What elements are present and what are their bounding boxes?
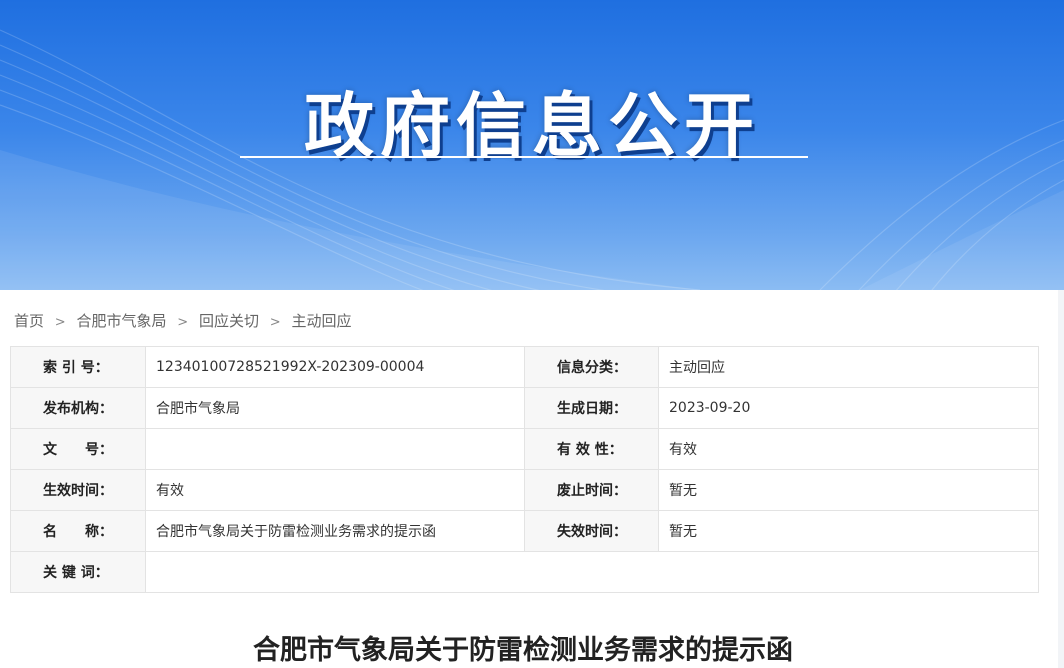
repeal-label: 废止时间： [524,469,659,511]
keywords-label: 关 键 词： [10,551,146,593]
table-row: 发布机构： 合肥市气象局 生成日期： 2023-09-20 [10,387,1039,429]
breadcrumb-item-bureau[interactable]: 合肥市气象局 [76,312,166,330]
docno-value [145,428,525,470]
date-value: 2023-09-20 [658,387,1039,429]
breadcrumb-separator: > [177,315,189,330]
date-label: 生成日期： [524,387,659,429]
breadcrumb-item-concerns[interactable]: 回应关切 [199,312,259,330]
table-row: 名 称： 合肥市气象局关于防雷检测业务需求的提示函 失效时间： 暂无 [10,510,1039,552]
publisher-value: 合肥市气象局 [145,387,525,429]
repeal-value: 暂无 [658,469,1039,511]
header-banner: 政府信息公开 [0,0,1064,290]
expiry-value: 暂无 [658,510,1039,552]
table-row: 索 引 号： 12340100728521992X-202309-00004 信… [10,346,1039,388]
name-value: 合肥市气象局关于防雷检测业务需求的提示函 [145,510,525,552]
breadcrumb: 首页 > 合肥市气象局 > 回应关切 > 主动回应 [14,310,351,331]
expiry-label: 失效时间： [524,510,659,552]
metadata-table: 索 引 号： 12340100728521992X-202309-00004 信… [10,346,1039,593]
publisher-label: 发布机构： [10,387,146,429]
validity-label: 有 效 性： [524,428,659,470]
breadcrumb-separator: > [269,315,281,330]
table-row: 生效时间： 有效 废止时间： 暂无 [10,469,1039,511]
table-row: 文 号： 有 效 性： 有效 [10,428,1039,470]
document-title: 合肥市气象局关于防雷检测业务需求的提示函 [253,635,793,666]
index-value: 12340100728521992X-202309-00004 [145,346,525,388]
keywords-value [145,551,1039,593]
index-label: 索 引 号： [10,346,146,388]
banner-underline [240,156,808,158]
effective-label: 生效时间： [10,469,146,511]
docno-label: 文 号： [10,428,146,470]
validity-value: 有效 [658,428,1039,470]
category-label: 信息分类： [524,346,659,388]
breadcrumb-item-home[interactable]: 首页 [14,312,44,330]
main-content: 首页 > 合肥市气象局 > 回应关切 > 主动回应 索 引 号： 1234010… [0,290,1058,668]
name-label: 名 称： [10,510,146,552]
effective-value: 有效 [145,469,525,511]
category-value: 主动回应 [658,346,1039,388]
breadcrumb-item-current[interactable]: 主动回应 [291,312,351,330]
breadcrumb-separator: > [54,315,66,330]
table-row: 关 键 词： [10,551,1039,593]
